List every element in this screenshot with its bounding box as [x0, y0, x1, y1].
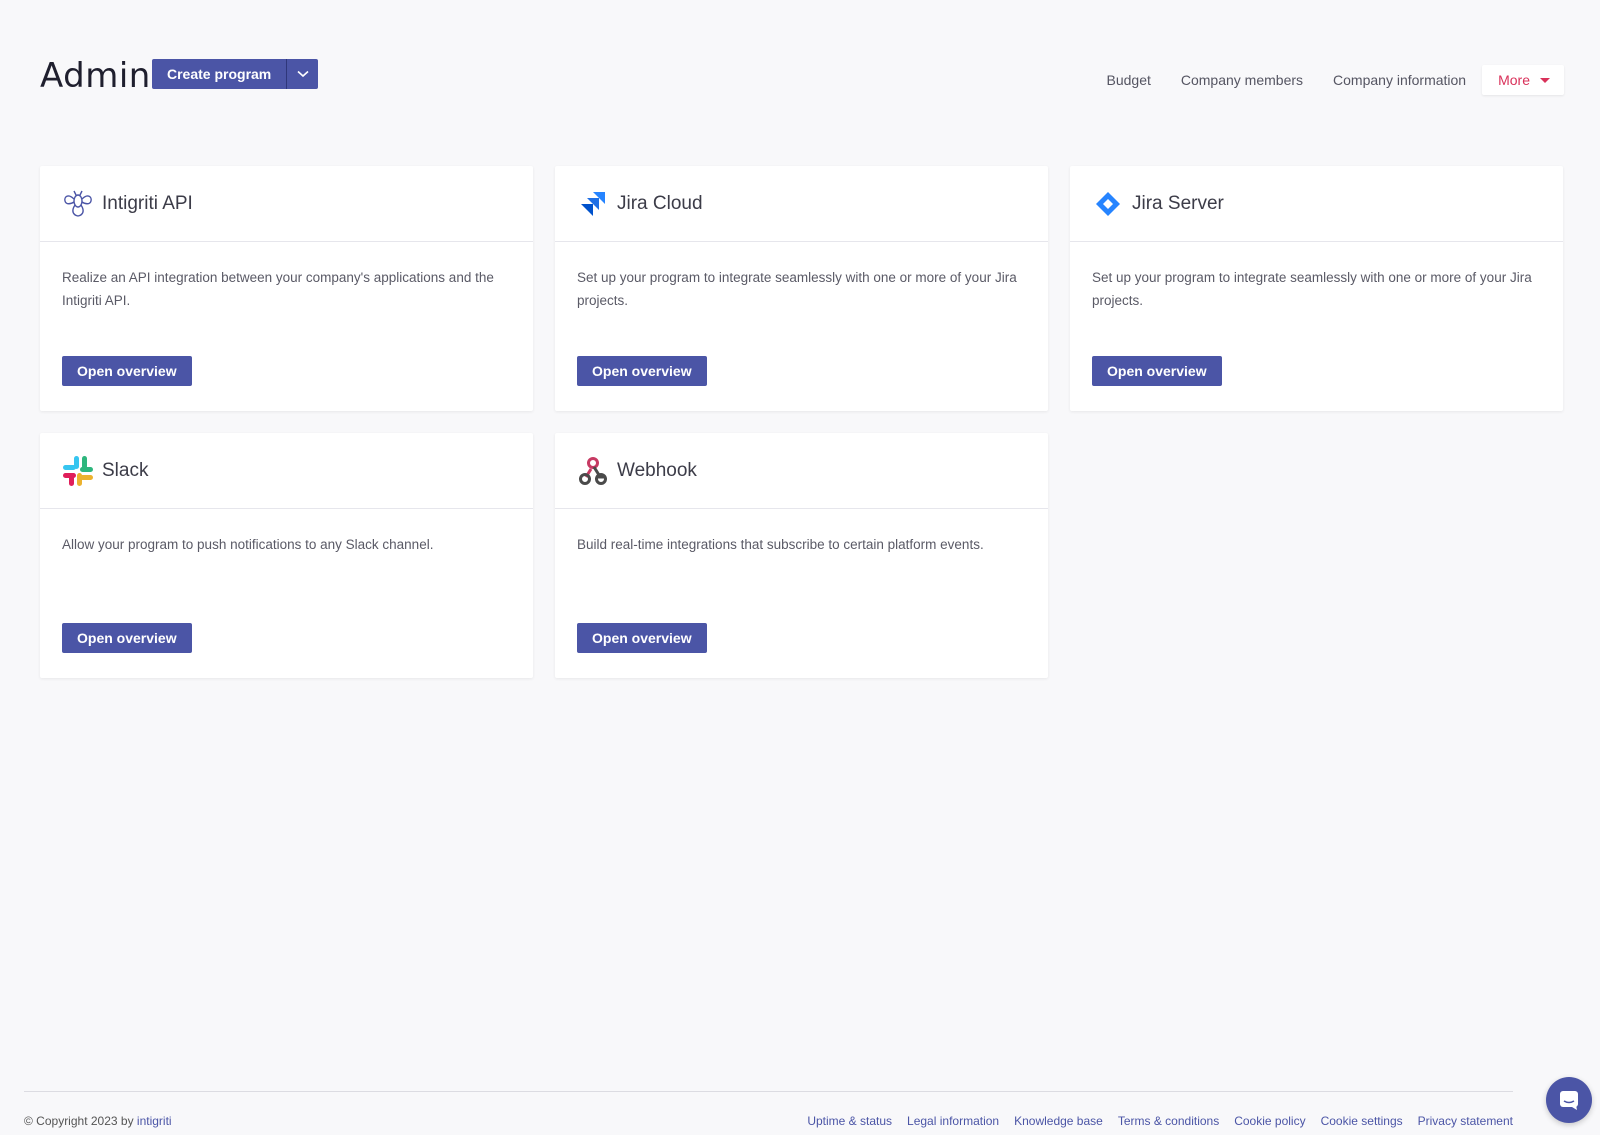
footer-link-knowledge-base[interactable]: Knowledge base: [1014, 1114, 1103, 1128]
open-overview-button[interactable]: Open overview: [1092, 356, 1222, 386]
jira-server-icon: [1092, 188, 1124, 220]
card-title: Webhook: [617, 459, 697, 481]
create-program-group: Create program: [152, 59, 319, 89]
jira-cloud-icon: [577, 188, 609, 220]
integrations-grid: Intigriti API Realize an API integration…: [40, 166, 1564, 678]
integration-card-intigriti-api: Intigriti API Realize an API integration…: [40, 166, 533, 411]
intigriti-logo-icon: [62, 188, 94, 220]
card-header: Intigriti API: [40, 166, 533, 242]
open-overview-button[interactable]: Open overview: [62, 623, 192, 653]
footer-link-cookie-policy[interactable]: Cookie policy: [1234, 1114, 1305, 1128]
nav-budget[interactable]: Budget: [1107, 72, 1151, 88]
card-description: Allow your program to push notifications…: [62, 537, 434, 552]
copyright-text: © Copyright 2023 by: [24, 1114, 134, 1128]
create-program-button[interactable]: Create program: [152, 59, 287, 89]
footer-link-terms[interactable]: Terms & conditions: [1118, 1114, 1219, 1128]
page-header: Admin Create program Budget Company memb…: [40, 54, 1564, 98]
card-title: Jira Server: [1132, 192, 1224, 214]
copyright: © Copyright 2023 by intigriti: [24, 1114, 172, 1128]
page-title: Admin: [40, 56, 151, 96]
integration-card-webhook: Webhook Build real-time integrations tha…: [555, 433, 1048, 678]
open-overview-button[interactable]: Open overview: [577, 356, 707, 386]
open-overview-button[interactable]: Open overview: [577, 623, 707, 653]
integration-card-jira-server: Jira Server Set up your program to integ…: [1070, 166, 1563, 411]
card-header: Jira Server: [1070, 166, 1563, 242]
top-navigation: Budget Company members Company informati…: [1077, 65, 1564, 95]
more-label: More: [1498, 72, 1530, 88]
footer: © Copyright 2023 by intigriti Uptime & s…: [24, 1091, 1513, 1135]
card-title: Slack: [102, 459, 149, 481]
slack-icon: [62, 455, 94, 487]
card-header: Webhook: [555, 433, 1048, 509]
footer-link-cookie-settings[interactable]: Cookie settings: [1321, 1114, 1403, 1128]
webhook-icon: [577, 455, 609, 487]
card-title: Intigriti API: [102, 192, 193, 214]
card-description: Build real-time integrations that subscr…: [577, 537, 984, 552]
card-header: Slack: [40, 433, 533, 509]
chat-launcher-button[interactable]: [1546, 1077, 1592, 1123]
card-description: Realize an API integration between your …: [62, 270, 494, 308]
nav-company-members[interactable]: Company members: [1181, 72, 1303, 88]
chat-icon: [1560, 1091, 1578, 1110]
brand-link[interactable]: intigriti: [137, 1114, 172, 1128]
footer-link-uptime[interactable]: Uptime & status: [807, 1114, 892, 1128]
nav-company-information[interactable]: Company information: [1333, 72, 1466, 88]
caret-down-icon: [1540, 77, 1550, 83]
open-overview-button[interactable]: Open overview: [62, 356, 192, 386]
card-header: Jira Cloud: [555, 166, 1048, 242]
integration-card-slack: Slack Allow your program to push notific…: [40, 433, 533, 678]
footer-link-legal[interactable]: Legal information: [907, 1114, 999, 1128]
card-title: Jira Cloud: [617, 192, 703, 214]
chevron-down-icon: [297, 70, 309, 78]
integration-card-jira-cloud: Jira Cloud Set up your program to integr…: [555, 166, 1048, 411]
card-description: Set up your program to integrate seamles…: [1092, 270, 1532, 308]
footer-links: Uptime & status Legal information Knowle…: [792, 1114, 1513, 1128]
footer-link-privacy[interactable]: Privacy statement: [1418, 1114, 1513, 1128]
more-dropdown-button[interactable]: More: [1482, 65, 1564, 95]
card-description: Set up your program to integrate seamles…: [577, 270, 1017, 308]
create-program-dropdown-button[interactable]: [286, 59, 319, 89]
